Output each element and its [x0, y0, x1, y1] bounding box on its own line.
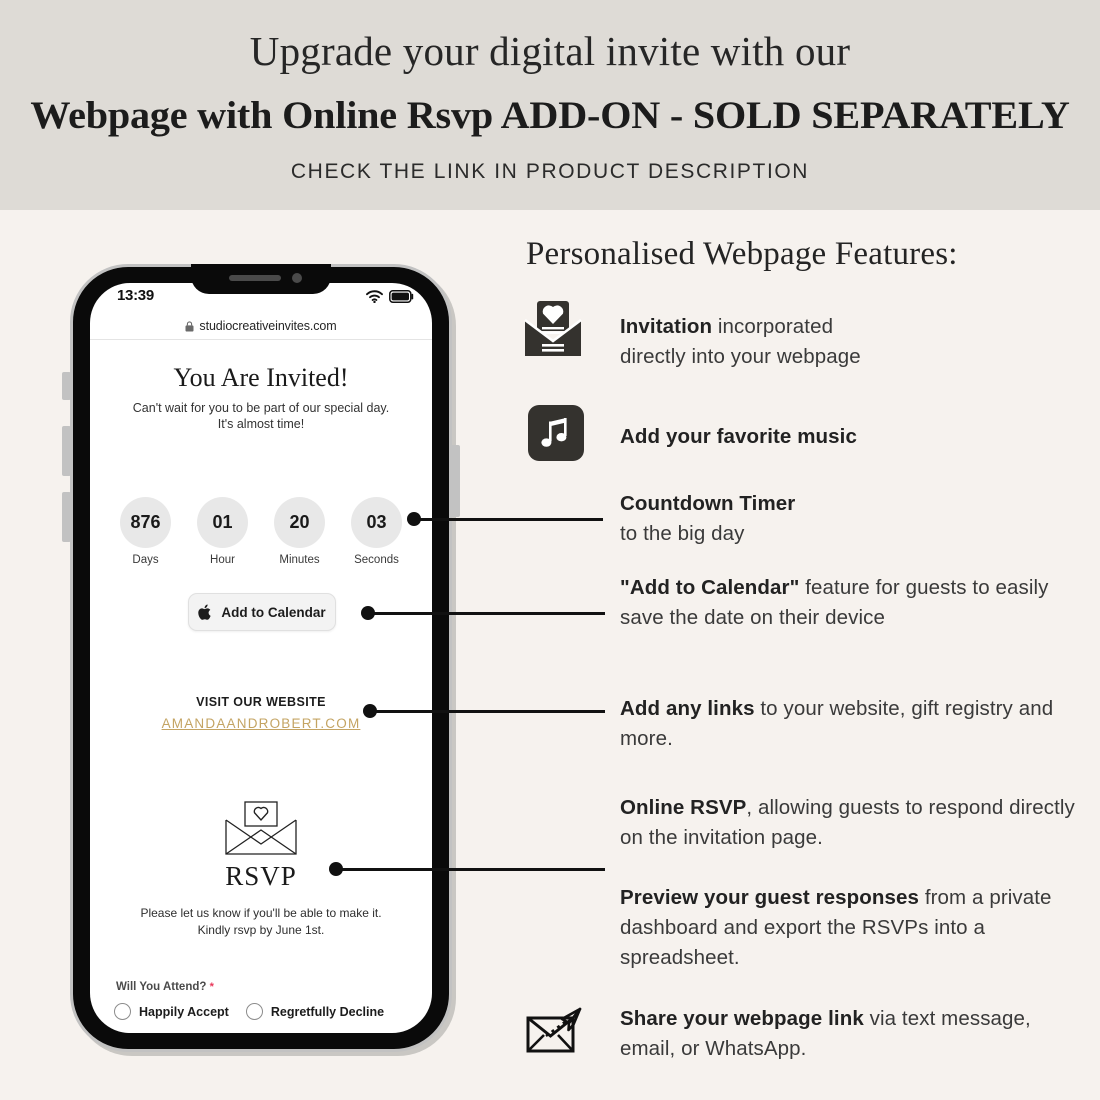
visit-website-label: VISIT OUR WEBSITE [196, 695, 326, 709]
connector-line-links-left [369, 710, 463, 713]
rsvp-title: RSVP [225, 861, 297, 891]
connector-dot-links [363, 704, 377, 718]
phone-silent-switch[interactable] [62, 372, 71, 400]
share-envelope-icon [524, 1005, 584, 1062]
lock-icon [185, 320, 194, 331]
countdown-item-days: 876 Days [117, 497, 175, 566]
feature-online-rsvp-text: Online RSVP, allowing guests to respond … [620, 793, 1100, 853]
rsvp-option-accept[interactable]: Happily Accept [114, 1003, 229, 1020]
radio-button-icon[interactable] [245, 1003, 263, 1020]
header-line-1: Upgrade your digital invite with our [249, 28, 851, 74]
feature-share-text: Share your webpage link via text message… [620, 1004, 1080, 1064]
countdown-timer: 876 Days 01 Hour 20 Minutes 03 Seconds [90, 497, 432, 566]
countdown-value-days: 876 [120, 497, 171, 548]
add-to-calendar-label: Add to Calendar [221, 604, 326, 620]
countdown-label-hour: Hour [210, 554, 235, 566]
connector-dot-countdown [407, 512, 421, 526]
invite-subtitle: Can't wait for you to be part of our spe… [90, 400, 432, 432]
battery-icon [389, 290, 414, 303]
rsvp-option-decline-label: Regretfully Decline [270, 1004, 385, 1019]
visit-website-link[interactable]: AMANDAANDROBERT.COM [90, 716, 432, 731]
header-band: Upgrade your digital invite with our Web… [0, 0, 1100, 210]
feature-countdown-rest: to the big day [620, 522, 745, 545]
countdown-item-seconds: 03 Seconds [348, 497, 406, 566]
wifi-icon [366, 290, 383, 303]
invite-subtitle-line1: Can't wait for you to be part of our spe… [132, 401, 390, 415]
invite-subtitle-line2: It's almost time! [217, 417, 305, 431]
feature-countdown-text: Countdown Timer to the big day [620, 489, 1080, 549]
feature-invitation-rest-2: directly into your webpage [620, 345, 861, 368]
radio-button-icon[interactable] [114, 1003, 131, 1020]
rsvp-radio-group: Happily Accept Regretfully Decline [114, 1003, 384, 1020]
rsvp-option-accept-label: Happily Accept [139, 1004, 229, 1019]
status-time: 13:39 [117, 287, 154, 304]
required-mark: * [209, 981, 214, 993]
features-title: Personalised Webpage Features: [526, 236, 958, 272]
countdown-value-seconds: 03 [351, 497, 402, 548]
phone-volume-up-button[interactable] [62, 426, 71, 476]
feature-invitation-bold: Invitation [620, 315, 713, 338]
rsvp-envelope-icon [221, 800, 301, 861]
countdown-item-minutes: 20 Minutes [271, 497, 329, 566]
add-to-calendar-button[interactable]: Add to Calendar [188, 593, 336, 631]
connector-line-calendar-left [367, 612, 463, 615]
feature-links-bold: Add any links [620, 697, 755, 720]
rsvp-subtitle-line1: Please let us know if you'll be able to … [140, 906, 382, 920]
feature-calendar-text: "Add to Calendar" feature for guests to … [620, 573, 1090, 633]
music-note-icon [528, 405, 584, 466]
header-line-3: CHECK THE LINK IN PRODUCT DESCRIPTION [290, 160, 810, 183]
countdown-label-minutes: Minutes [279, 554, 320, 566]
phone-notch [191, 264, 331, 294]
status-indicators [366, 290, 414, 303]
rsvp-question-label: Will You Attend? * [116, 981, 214, 993]
feature-online-rsvp-bold: Online RSVP [620, 796, 747, 819]
feature-invitation-text: Invitation incorporated directly into yo… [620, 312, 1040, 372]
countdown-value-hour: 01 [197, 497, 248, 548]
browser-url-bar[interactable]: studiocreativeinvites.com [90, 313, 432, 340]
rsvp-option-decline[interactable]: Regretfully Decline [245, 1003, 385, 1020]
connector-line-rsvp-left [335, 868, 463, 871]
connector-dot-calendar [361, 606, 375, 620]
rsvp-question-text: Will You Attend? [116, 981, 207, 993]
feature-preview-bold: Preview your guest responses [620, 886, 920, 909]
invitation-envelope-icon [522, 300, 584, 363]
header-line-2: Webpage with Online Rsvp ADD-ON - SOLD S… [30, 94, 1070, 137]
countdown-value-minutes: 20 [274, 497, 325, 548]
feature-calendar-bold: "Add to Calendar" [620, 576, 800, 599]
apple-logo-icon [198, 604, 211, 620]
countdown-label-days: Days [132, 554, 159, 566]
phone-volume-down-button[interactable] [62, 492, 71, 542]
phone-speaker [229, 275, 281, 281]
browser-url-text: studiocreativeinvites.com [199, 319, 337, 333]
phone-front-camera [292, 273, 302, 283]
feature-countdown-bold: Countdown Timer [620, 492, 796, 515]
feature-links-text: Add any links to your website, gift regi… [620, 694, 1090, 754]
feature-preview-text: Preview your guest responses from a priv… [620, 883, 1090, 973]
feature-music-text: Add your favorite music [620, 425, 857, 448]
feature-invitation-rest-1: incorporated [712, 315, 834, 338]
rsvp-subtitle-line2: Kindly rsvp by June 1st. [197, 923, 325, 937]
phone-power-button[interactable] [451, 445, 460, 517]
connector-dot-rsvp [329, 862, 343, 876]
countdown-item-hour: 01 Hour [194, 497, 252, 566]
rsvp-subtitle: Please let us know if you'll be able to … [90, 905, 432, 939]
phone-screen: 13:39 studiocreativeinvites.com You Are … [90, 283, 432, 1033]
feature-share-bold: Share your webpage link [620, 1007, 864, 1030]
countdown-label-seconds: Seconds [354, 554, 399, 566]
invite-title: You Are Invited! [173, 363, 349, 392]
